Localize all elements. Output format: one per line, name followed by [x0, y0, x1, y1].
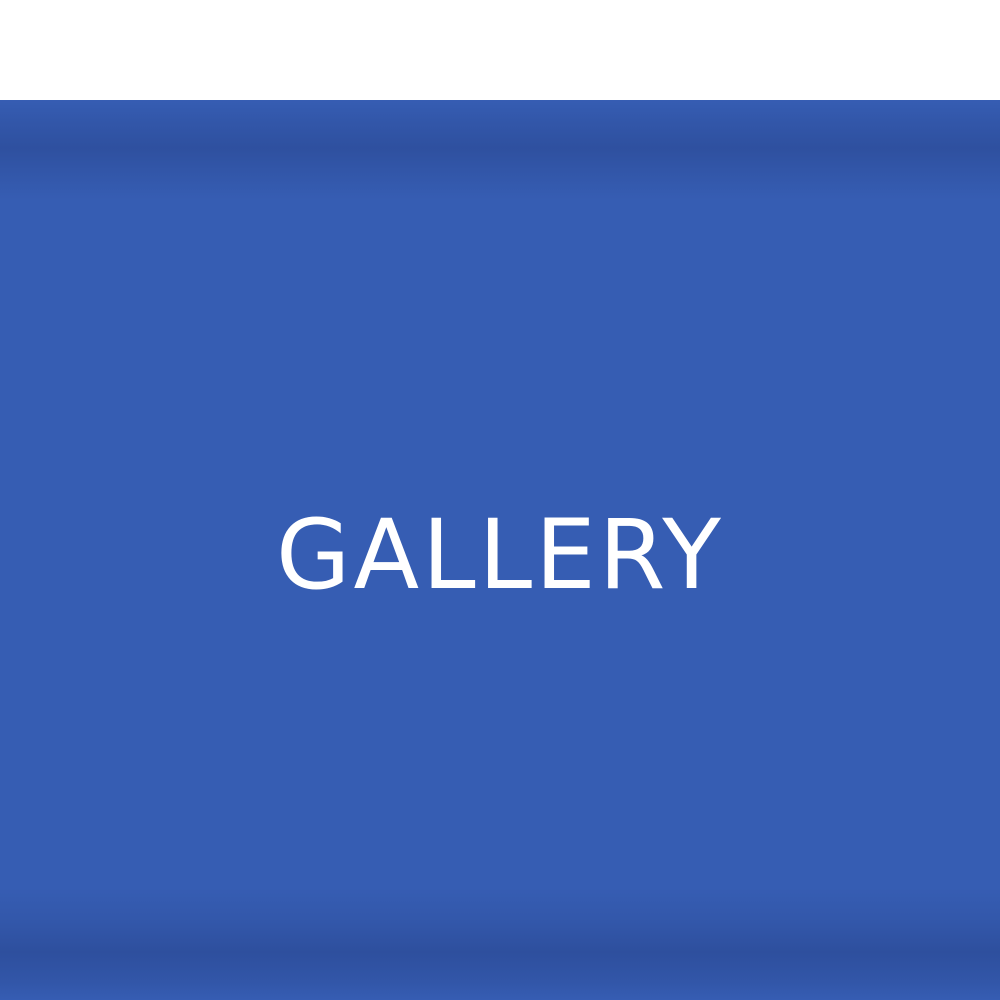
gallery-label: GALLERY	[276, 499, 724, 611]
gallery-banner[interactable]: GALLERY	[0, 100, 1000, 1000]
page: GALLERY	[0, 0, 1000, 1000]
